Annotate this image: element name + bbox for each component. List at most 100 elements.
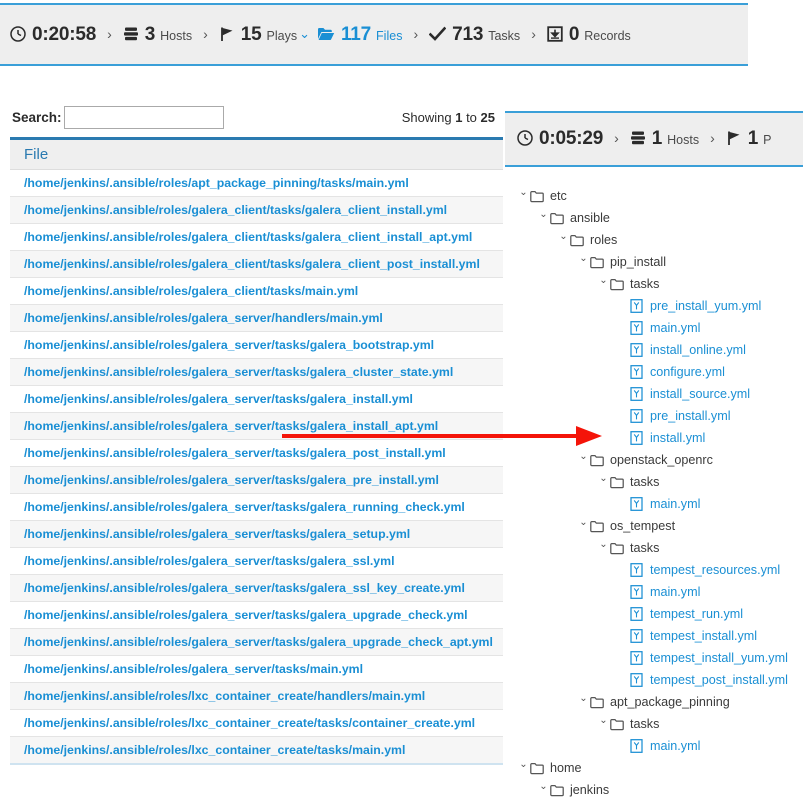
search-input[interactable] (63, 105, 224, 129)
table-row[interactable]: /home/jenkins/.ansible/roles/apt_package… (10, 169, 503, 197)
tree-directory-item[interactable]: ⌄ ansible (505, 207, 803, 229)
column-header-file[interactable]: File (10, 138, 503, 170)
chevron-down-icon[interactable]: ⌄ (537, 782, 550, 792)
stat-hosts[interactable]: 1 Hosts (630, 128, 699, 150)
tree-file-item[interactable]: tempest_install_yum.yml (505, 647, 803, 669)
file-path-cell[interactable]: /home/jenkins/.ansible/roles/galera_clie… (10, 250, 503, 278)
chevron-down-icon[interactable]: ⌄ (597, 474, 610, 484)
stat-records[interactable]: 0 Records (547, 24, 631, 46)
table-row[interactable]: /home/jenkins/.ansible/roles/galera_serv… (10, 628, 503, 656)
tree-directory-item[interactable]: ⌄ jenkins (505, 779, 803, 798)
tree-directory-item[interactable]: ⌄ home (505, 757, 803, 779)
table-row[interactable]: /home/jenkins/.ansible/roles/galera_serv… (10, 331, 503, 359)
file-path-cell[interactable]: /home/jenkins/.ansible/roles/galera_serv… (10, 493, 503, 521)
table-row[interactable]: /home/jenkins/.ansible/roles/galera_serv… (10, 439, 503, 467)
table-row[interactable]: /home/jenkins/.ansible/roles/galera_clie… (10, 250, 503, 278)
chevron-down-icon[interactable]: ⌄ (577, 254, 590, 264)
tree-file-item[interactable]: tempest_post_install.yml (505, 669, 803, 691)
file-path-cell[interactable]: /home/jenkins/.ansible/roles/lxc_contain… (10, 682, 503, 710)
chevron-down-icon[interactable]: ⌄ (597, 540, 610, 550)
stat-duration[interactable]: 0:05:29 (517, 128, 603, 150)
file-path-cell[interactable]: /home/jenkins/.ansible/roles/galera_serv… (10, 358, 503, 386)
table-row[interactable]: /home/jenkins/.ansible/roles/galera_clie… (10, 277, 503, 305)
file-path-cell[interactable]: /home/jenkins/.ansible/roles/galera_clie… (10, 277, 503, 305)
table-row[interactable]: /home/jenkins/.ansible/roles/galera_serv… (10, 358, 503, 386)
tree-file-item[interactable]: configure.yml (505, 361, 803, 383)
tree-directory-item[interactable]: ⌄ tasks (505, 273, 803, 295)
table-row[interactable]: /home/jenkins/.ansible/roles/galera_serv… (10, 412, 503, 440)
chevron-down-icon[interactable]: ⌄ (597, 276, 610, 286)
tree-directory-item[interactable]: ⌄ openstack_openrc (505, 449, 803, 471)
stat-hosts[interactable]: 3 Hosts (123, 24, 192, 46)
tree-file-item[interactable]: install_online.yml (505, 339, 803, 361)
table-row[interactable]: /home/jenkins/.ansible/roles/galera_clie… (10, 196, 503, 224)
table-row[interactable]: /home/jenkins/.ansible/roles/galera_serv… (10, 493, 503, 521)
stat-p[interactable]: 1P (726, 128, 771, 150)
chevron-down-icon[interactable]: ⌄ (299, 26, 310, 42)
table-row[interactable]: /home/jenkins/.ansible/roles/lxc_contain… (10, 709, 503, 737)
file-path-cell[interactable]: /home/jenkins/.ansible/roles/galera_clie… (10, 223, 503, 251)
tree-file-item[interactable]: install_source.yml (505, 383, 803, 405)
file-path-cell[interactable]: /home/jenkins/.ansible/roles/galera_clie… (10, 196, 503, 224)
folder-icon (610, 278, 627, 291)
tree-directory-item[interactable]: ⌄ apt_package_pinning (505, 691, 803, 713)
tree-file-item[interactable]: main.yml (505, 581, 803, 603)
stat-duration[interactable]: 0:20:58 (10, 24, 96, 46)
chevron-down-icon[interactable]: ⌄ (537, 210, 550, 220)
tree-file-item[interactable]: main.yml (505, 493, 803, 515)
tree-directory-item[interactable]: ⌄ tasks (505, 713, 803, 735)
tree-directory-item[interactable]: ⌄ os_tempest (505, 515, 803, 537)
file-path-cell[interactable]: /home/jenkins/.ansible/roles/lxc_contain… (10, 736, 503, 765)
file-path-cell[interactable]: /home/jenkins/.ansible/roles/galera_serv… (10, 385, 503, 413)
tree-directory-item[interactable]: ⌄ pip_install (505, 251, 803, 273)
file-path-cell[interactable]: /home/jenkins/.ansible/roles/galera_serv… (10, 547, 503, 575)
chevron-down-icon[interactable]: ⌄ (577, 452, 590, 462)
file-path-cell[interactable]: /home/jenkins/.ansible/roles/galera_serv… (10, 304, 503, 332)
table-row[interactable]: /home/jenkins/.ansible/roles/galera_serv… (10, 466, 503, 494)
table-row[interactable]: /home/jenkins/.ansible/roles/galera_serv… (10, 601, 503, 629)
file-path-cell[interactable]: /home/jenkins/.ansible/roles/galera_serv… (10, 574, 503, 602)
file-path-cell[interactable]: /home/jenkins/.ansible/roles/galera_serv… (10, 655, 503, 683)
file-path-cell[interactable]: /home/jenkins/.ansible/roles/galera_serv… (10, 520, 503, 548)
table-row[interactable]: /home/jenkins/.ansible/roles/galera_serv… (10, 655, 503, 683)
tree-file-item[interactable]: main.yml (505, 735, 803, 757)
stat-plays[interactable]: 15 Plays (219, 24, 297, 46)
stat-tasks[interactable]: 713 Tasks (429, 24, 520, 46)
chevron-down-icon[interactable]: ⌄ (517, 760, 530, 770)
tree-file-item[interactable]: tempest_install.yml (505, 625, 803, 647)
table-row[interactable]: /home/jenkins/.ansible/roles/galera_serv… (10, 385, 503, 413)
tree-file-item[interactable]: pre_install.yml (505, 405, 803, 427)
tree-directory-item[interactable]: ⌄ tasks (505, 537, 803, 559)
file-path-cell[interactable]: /home/jenkins/.ansible/roles/galera_serv… (10, 412, 503, 440)
tree-directory-item[interactable]: ⌄ etc (505, 185, 803, 207)
stat-files[interactable]: 117 Files (317, 24, 402, 46)
stat-label: Plays (266, 28, 298, 43)
chevron-down-icon[interactable]: ⌄ (597, 716, 610, 726)
file-path-cell[interactable]: /home/jenkins/.ansible/roles/galera_serv… (10, 601, 503, 629)
table-row[interactable]: /home/jenkins/.ansible/roles/lxc_contain… (10, 682, 503, 710)
table-row[interactable]: /home/jenkins/.ansible/roles/lxc_contain… (10, 736, 503, 765)
tree-directory-item[interactable]: ⌄ roles (505, 229, 803, 251)
chevron-down-icon[interactable]: ⌄ (557, 232, 570, 242)
file-tree-panel[interactable]: ⌄ etc ⌄ ansible ⌄ roles ⌄ pip_install ⌄ tasks pre_… (505, 169, 803, 798)
tree-file-item[interactable]: tempest_resources.yml (505, 559, 803, 581)
table-row[interactable]: /home/jenkins/.ansible/roles/galera_serv… (10, 574, 503, 602)
file-path-cell[interactable]: /home/jenkins/.ansible/roles/apt_package… (10, 169, 503, 197)
tree-file-item[interactable]: install.yml (505, 427, 803, 449)
table-row[interactable]: /home/jenkins/.ansible/roles/galera_serv… (10, 547, 503, 575)
table-row[interactable]: /home/jenkins/.ansible/roles/galera_serv… (10, 520, 503, 548)
tree-file-item[interactable]: tempest_run.yml (505, 603, 803, 625)
tree-file-item[interactable]: pre_install_yum.yml (505, 295, 803, 317)
file-path-cell[interactable]: /home/jenkins/.ansible/roles/lxc_contain… (10, 709, 503, 737)
tree-file-item[interactable]: main.yml (505, 317, 803, 339)
file-path-cell[interactable]: /home/jenkins/.ansible/roles/galera_serv… (10, 466, 503, 494)
file-path-cell[interactable]: /home/jenkins/.ansible/roles/galera_serv… (10, 331, 503, 359)
chevron-down-icon[interactable]: ⌄ (577, 694, 590, 704)
file-path-cell[interactable]: /home/jenkins/.ansible/roles/galera_serv… (10, 439, 503, 467)
table-row[interactable]: /home/jenkins/.ansible/roles/galera_serv… (10, 304, 503, 332)
chevron-down-icon[interactable]: ⌄ (517, 188, 530, 198)
file-path-cell[interactable]: /home/jenkins/.ansible/roles/galera_serv… (10, 628, 503, 656)
chevron-down-icon[interactable]: ⌄ (577, 518, 590, 528)
tree-directory-item[interactable]: ⌄ tasks (505, 471, 803, 493)
table-row[interactable]: /home/jenkins/.ansible/roles/galera_clie… (10, 223, 503, 251)
